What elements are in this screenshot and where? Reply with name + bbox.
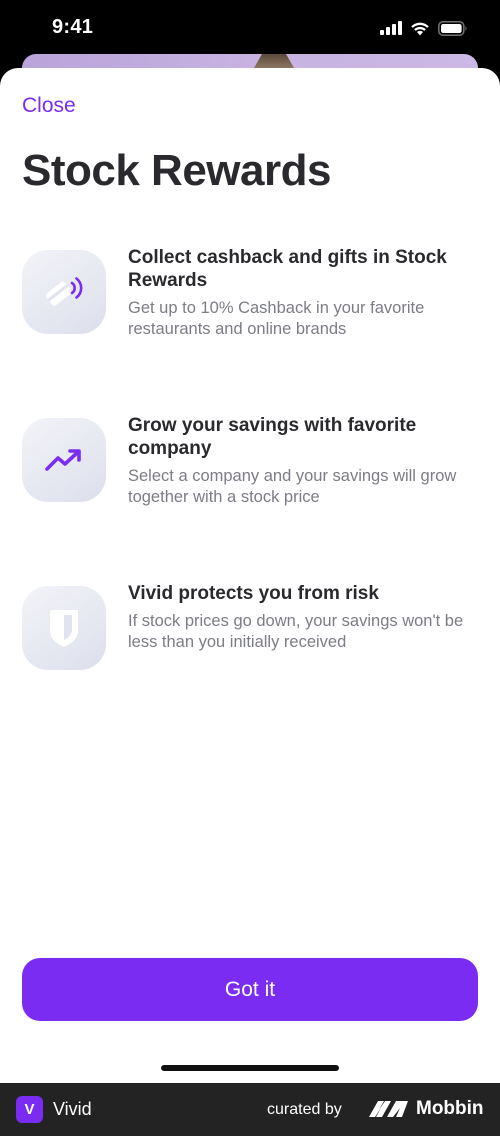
close-button[interactable]: Close (22, 94, 76, 118)
feature-description: Select a company and your savings will g… (128, 467, 457, 506)
app-logo-icon: V (16, 1096, 43, 1123)
footer-attribution-bar: V Vivid curated by Mobbin (0, 1083, 500, 1136)
status-icons (380, 18, 468, 38)
trending-up-icon (45, 449, 81, 471)
feature-text: Collect cashback and gifts in Stock Rewa… (128, 246, 478, 340)
feature-savings-growth: Grow your savings with favorite company … (22, 415, 478, 508)
signal-icon (380, 21, 402, 35)
app-name: Vivid (53, 1099, 92, 1119)
shield-icon (50, 610, 78, 647)
mobbin-logo-icon (369, 1101, 408, 1117)
status-time: 9:41 (52, 16, 94, 38)
feature-risk-protection: Vivid protects you from risk If stock pr… (22, 583, 478, 676)
card-contactless-icon (45, 277, 83, 306)
feature-text: Vivid protects you from risk If stock pr… (128, 582, 478, 653)
status-bar: 9:41 (0, 0, 500, 58)
battery-icon (438, 20, 467, 36)
feature-description: If stock prices go down, your savings wo… (128, 612, 464, 651)
feature-text: Grow your savings with favorite company … (128, 414, 478, 508)
feature-icon-tile (22, 586, 106, 670)
feature-description: Get up to 10% Cashback in your favorite … (128, 299, 425, 338)
background-card-image (254, 54, 294, 68)
home-indicator (161, 1065, 339, 1071)
mobbin-brand: Mobbin (416, 1098, 484, 1119)
feature-icon-tile (22, 418, 106, 502)
curated-by-label: curated by (267, 1101, 342, 1118)
got-it-button[interactable]: Got it (22, 958, 478, 1021)
stock-rewards-sheet: Close Stock Rewards Collect cashback and… (0, 68, 500, 1083)
page-title: Stock Rewards (22, 146, 331, 195)
feature-title: Grow your savings with favorite company (128, 415, 417, 459)
feature-icon-tile (22, 250, 106, 334)
wifi-icon (411, 22, 429, 35)
feature-cashback: Collect cashback and gifts in Stock Rewa… (22, 247, 478, 340)
feature-title: Vivid protects you from risk (128, 583, 379, 604)
feature-title: Collect cashback and gifts in Stock Rewa… (128, 247, 447, 291)
